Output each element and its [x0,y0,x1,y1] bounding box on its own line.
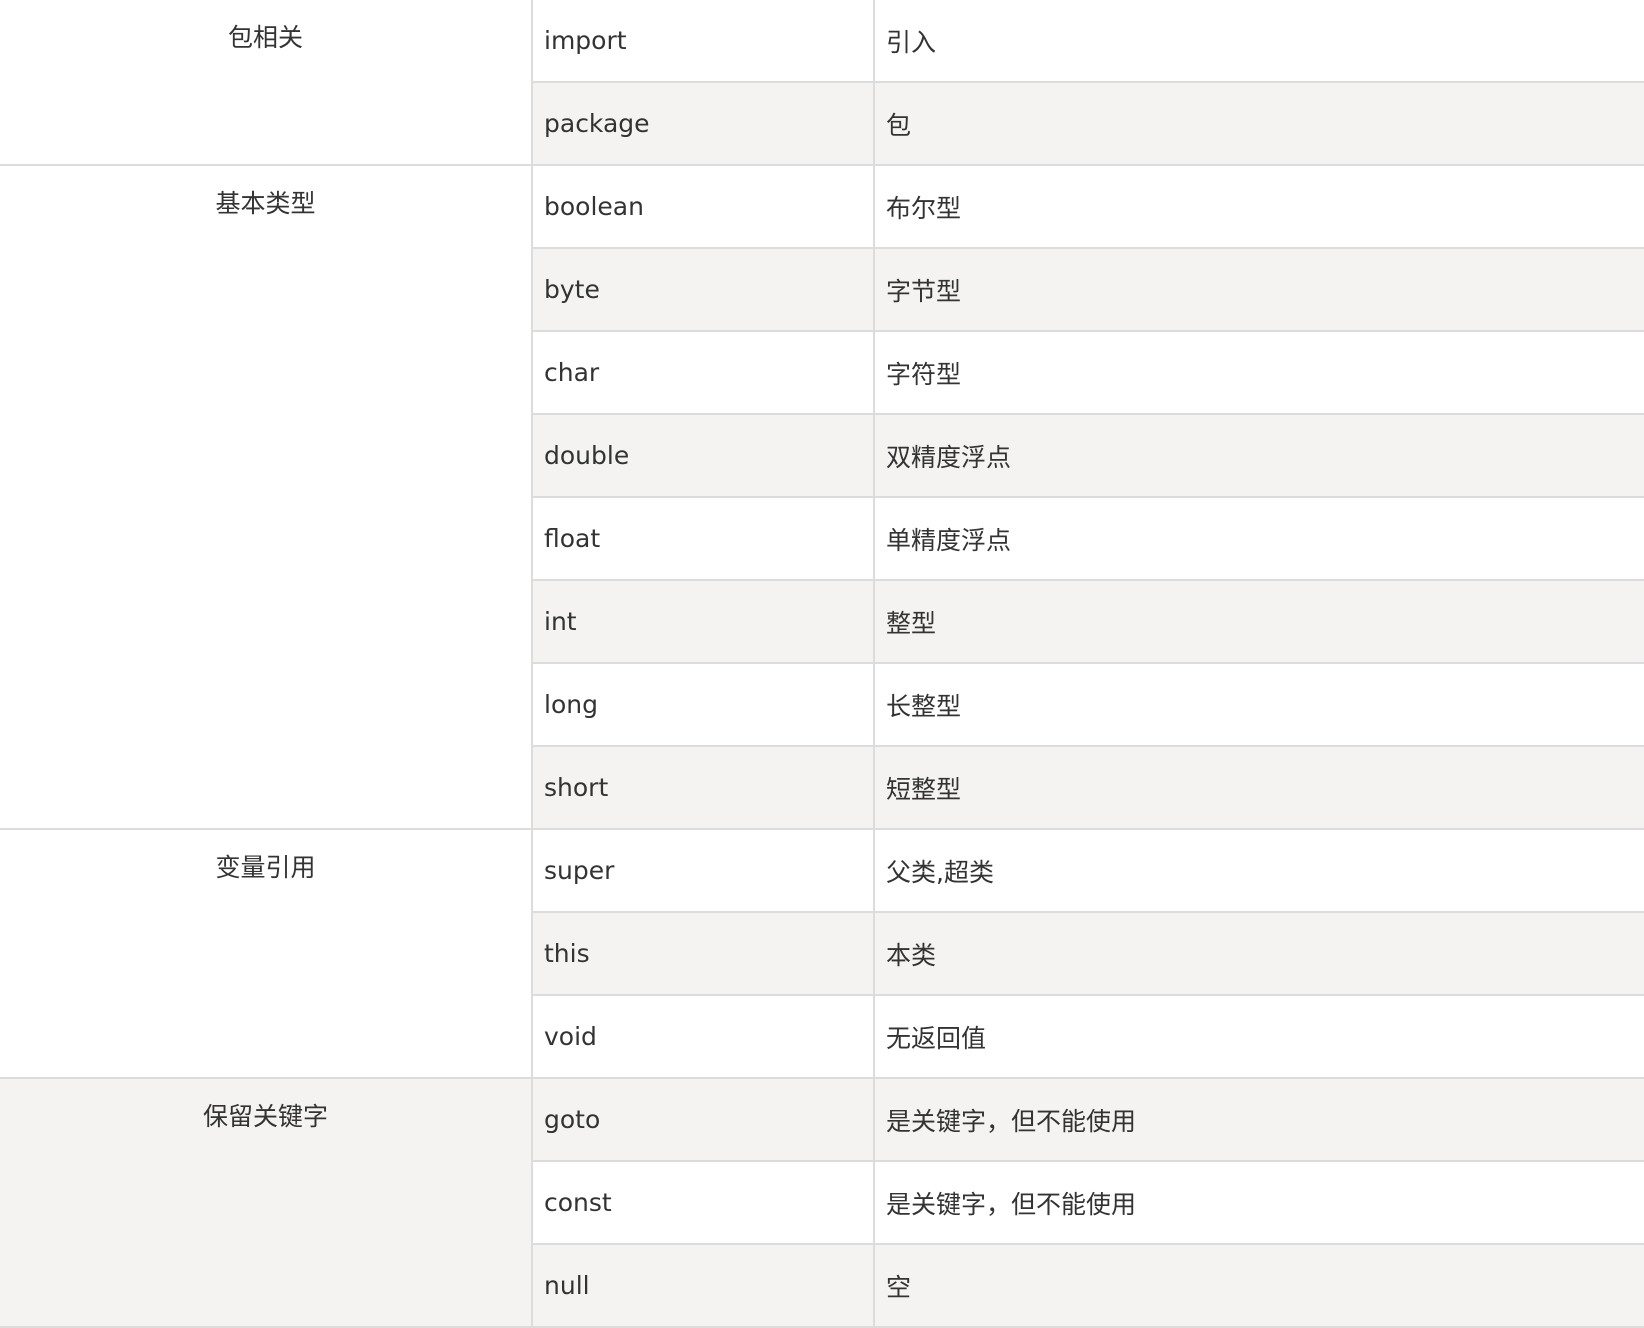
keyword-cell: byte [531,248,874,332]
keyword-cell: null [531,1244,874,1328]
keyword-cell: double [531,414,874,498]
meaning-cell: 双精度浮点 [873,414,1644,498]
meaning-cell: 无返回值 [873,995,1644,1079]
keyword-cell: char [531,331,874,415]
category-cell: 基本类型 [0,165,532,830]
meaning-cell: 字符型 [873,331,1644,415]
keyword-cell: long [531,663,874,747]
meaning-cell: 是关键字，但不能使用 [873,1161,1644,1245]
keyword-table: 包相关 import 引入 package 包基本类型 boolean 布尔型 byte 字节型… [0,0,1644,1328]
keyword-cell: void [531,995,874,1079]
meaning-cell: 父类,超类 [873,829,1644,913]
keyword-cell: float [531,497,874,581]
meaning-cell: 空 [873,1244,1644,1328]
keyword-cell: this [531,912,874,996]
category-cell: 包相关 [0,0,532,166]
keyword-cell: short [531,746,874,830]
meaning-cell: 是关键字，但不能使用 [873,1078,1644,1162]
keyword-cell: import [531,0,874,83]
category-cell: 变量引用 [0,829,532,1079]
table-row: 包相关 import 引入 [0,0,1644,166]
meaning-cell: 布尔型 [873,165,1644,249]
keyword-cell: goto [531,1078,874,1162]
keyword-table-body: 包相关 import 引入 package 包基本类型 boolean 布尔型 byte 字节型… [0,0,1644,1328]
meaning-cell: 包 [873,82,1644,166]
category-cell: 保留关键字 [0,1078,532,1328]
meaning-cell: 整型 [873,580,1644,664]
meaning-cell: 长整型 [873,663,1644,747]
keyword-cell: package [531,82,874,166]
table-row: 保留关键字 goto 是关键字，但不能使用 [0,1078,1644,1328]
keyword-cell: boolean [531,165,874,249]
meaning-cell: 短整型 [873,746,1644,830]
keyword-cell: const [531,1161,874,1245]
meaning-cell: 单精度浮点 [873,497,1644,581]
meaning-cell: 字节型 [873,248,1644,332]
meaning-cell: 引入 [873,0,1644,83]
meaning-cell: 本类 [873,912,1644,996]
table-row: 基本类型 boolean 布尔型 [0,165,1644,830]
keyword-cell: int [531,580,874,664]
keyword-cell: super [531,829,874,913]
table-row: 变量引用 super 父类,超类 [0,829,1644,1079]
